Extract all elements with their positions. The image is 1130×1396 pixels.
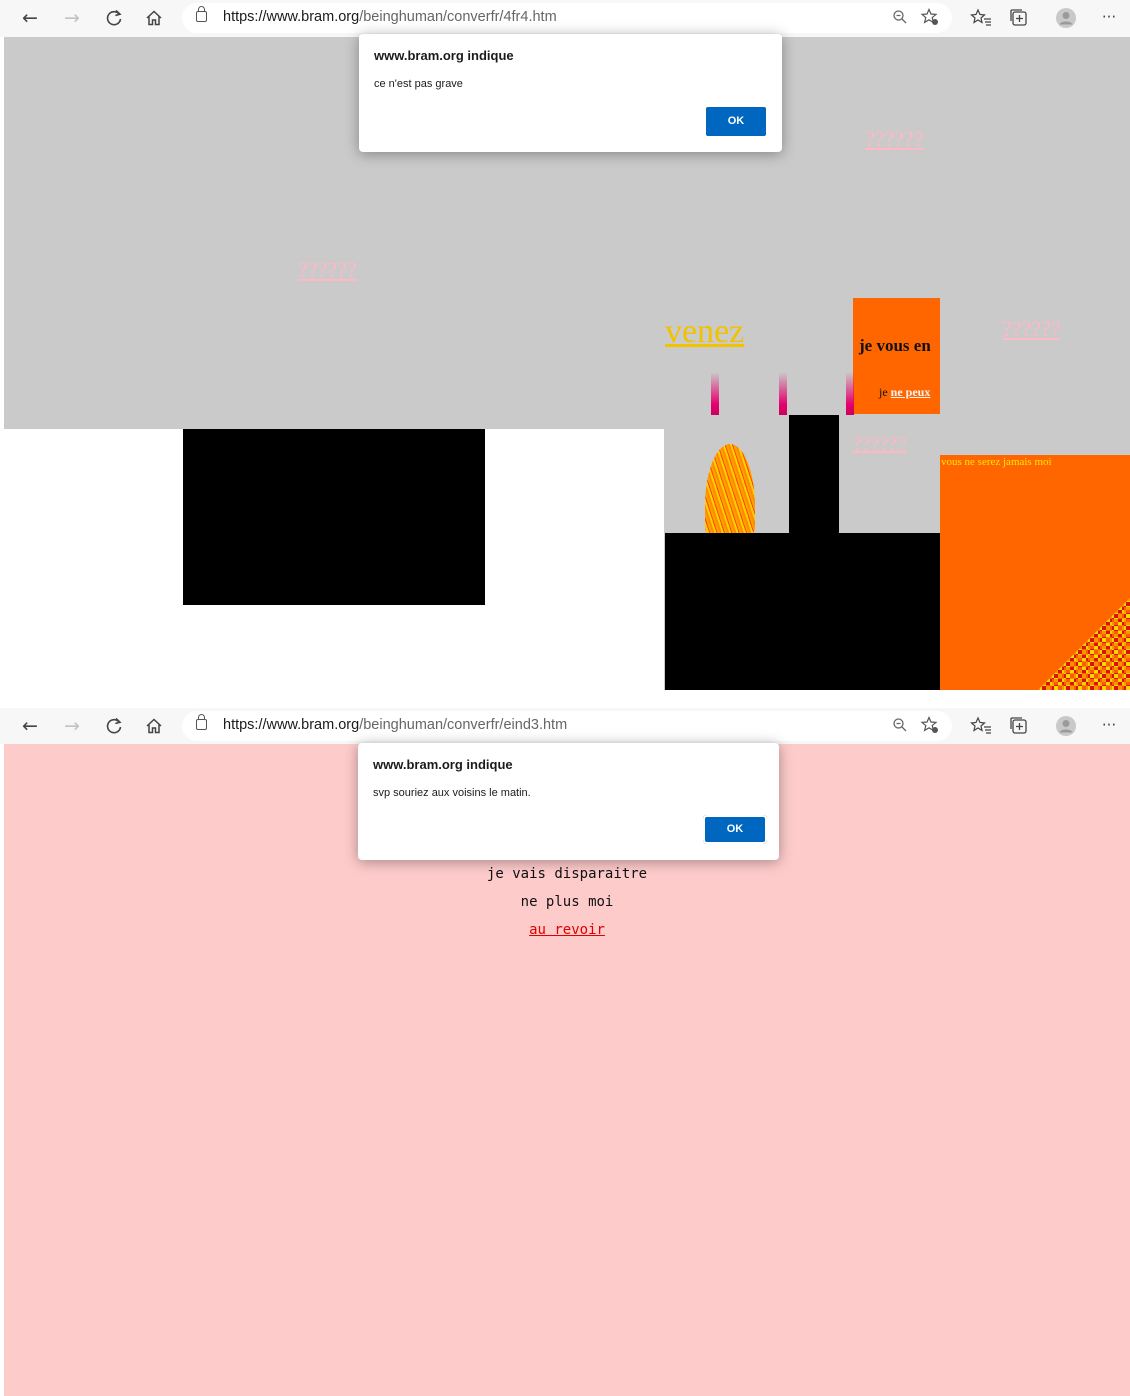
dialog-message: ce n'est pas grave: [374, 78, 463, 90]
more-icon[interactable]: ···: [1097, 5, 1121, 29]
ne-peux-link[interactable]: ne peux: [891, 385, 931, 399]
browser-window-2: ← → https://www.bram.org/beinghuman/conv…: [0, 708, 1130, 1396]
vous-ne-serez-text: vous ne serez jamais moi: [941, 456, 1052, 468]
collections-icon[interactable]: [1008, 7, 1030, 29]
dialog-title: www.bram.org indique: [373, 757, 513, 772]
browser-toolbar: ← → https://www.bram.org/beinghuman/conv…: [0, 708, 1130, 744]
forward-icon[interactable]: →: [60, 6, 84, 30]
flame-image: [705, 444, 755, 533]
refresh-icon[interactable]: [102, 714, 126, 738]
venez-link[interactable]: venez: [665, 313, 744, 351]
home-icon[interactable]: [142, 714, 166, 738]
browser-window-1: ← → https://www.bram.org/beinghuman/conv…: [0, 0, 1130, 690]
lock-icon[interactable]: [196, 6, 207, 22]
address-bar[interactable]: https://www.bram.org/beinghuman/converfr…: [182, 711, 952, 741]
favorite-add-icon[interactable]: [920, 7, 940, 27]
favorite-add-icon[interactable]: [920, 715, 940, 735]
pink-spike: [846, 372, 854, 415]
dialog-title: www.bram.org indique: [374, 48, 514, 63]
home-icon[interactable]: [142, 6, 166, 30]
orange-panel: vous ne serez jamais moi: [940, 455, 1130, 690]
pink-spike: [779, 372, 787, 415]
address-bar[interactable]: https://www.bram.org/beinghuman/converfr…: [182, 3, 952, 33]
question-link-1[interactable]: ??????: [865, 126, 924, 152]
au-revoir-line: au revoir: [4, 922, 1130, 938]
question-link-2[interactable]: ??????: [298, 257, 357, 283]
alert-dialog: www.bram.org indique svp souriez aux voi…: [358, 743, 779, 860]
url-text: https://www.bram.org/beinghuman/converfr…: [223, 717, 568, 733]
je-ne-peux-text: je ne peux: [879, 385, 931, 399]
je-vous-en-text: je vous en: [859, 336, 931, 355]
forward-icon[interactable]: →: [60, 714, 84, 738]
ok-button[interactable]: OK: [706, 107, 766, 136]
more-icon[interactable]: ···: [1097, 713, 1121, 737]
profile-icon[interactable]: [1055, 715, 1077, 737]
zoom-icon[interactable]: [892, 9, 908, 25]
profile-icon[interactable]: [1055, 7, 1077, 29]
page-line-2: ne plus moi: [520, 894, 614, 910]
au-revoir-link[interactable]: au revoir: [529, 922, 605, 938]
back-icon[interactable]: ←: [18, 6, 42, 30]
lock-icon[interactable]: [196, 714, 207, 730]
favorites-icon[interactable]: [970, 715, 992, 737]
refresh-icon[interactable]: [102, 6, 126, 30]
collections-icon[interactable]: [1008, 715, 1030, 737]
question-link-3[interactable]: ??????: [1002, 316, 1061, 342]
black-tower: [789, 415, 839, 535]
url-text: https://www.bram.org/beinghuman/converfr…: [223, 9, 557, 25]
zoom-icon[interactable]: [892, 717, 908, 733]
favorites-icon[interactable]: [970, 7, 992, 29]
ok-button[interactable]: OK: [703, 815, 767, 844]
question-link-4[interactable]: ??????: [853, 433, 906, 456]
page-line-1: je vais disparaitre: [486, 866, 648, 882]
pink-spike: [711, 372, 719, 415]
black-rectangle: [183, 429, 485, 605]
pixel-pattern: [1038, 598, 1130, 690]
alert-dialog: www.bram.org indique ce n'est pas grave …: [359, 34, 782, 152]
browser-toolbar: ← → https://www.bram.org/beinghuman/conv…: [0, 0, 1130, 37]
dialog-message: svp souriez aux voisins le matin.: [373, 787, 531, 799]
back-icon[interactable]: ←: [18, 714, 42, 738]
orange-box: je vous en je ne peux: [853, 298, 940, 414]
black-base: [665, 533, 941, 690]
